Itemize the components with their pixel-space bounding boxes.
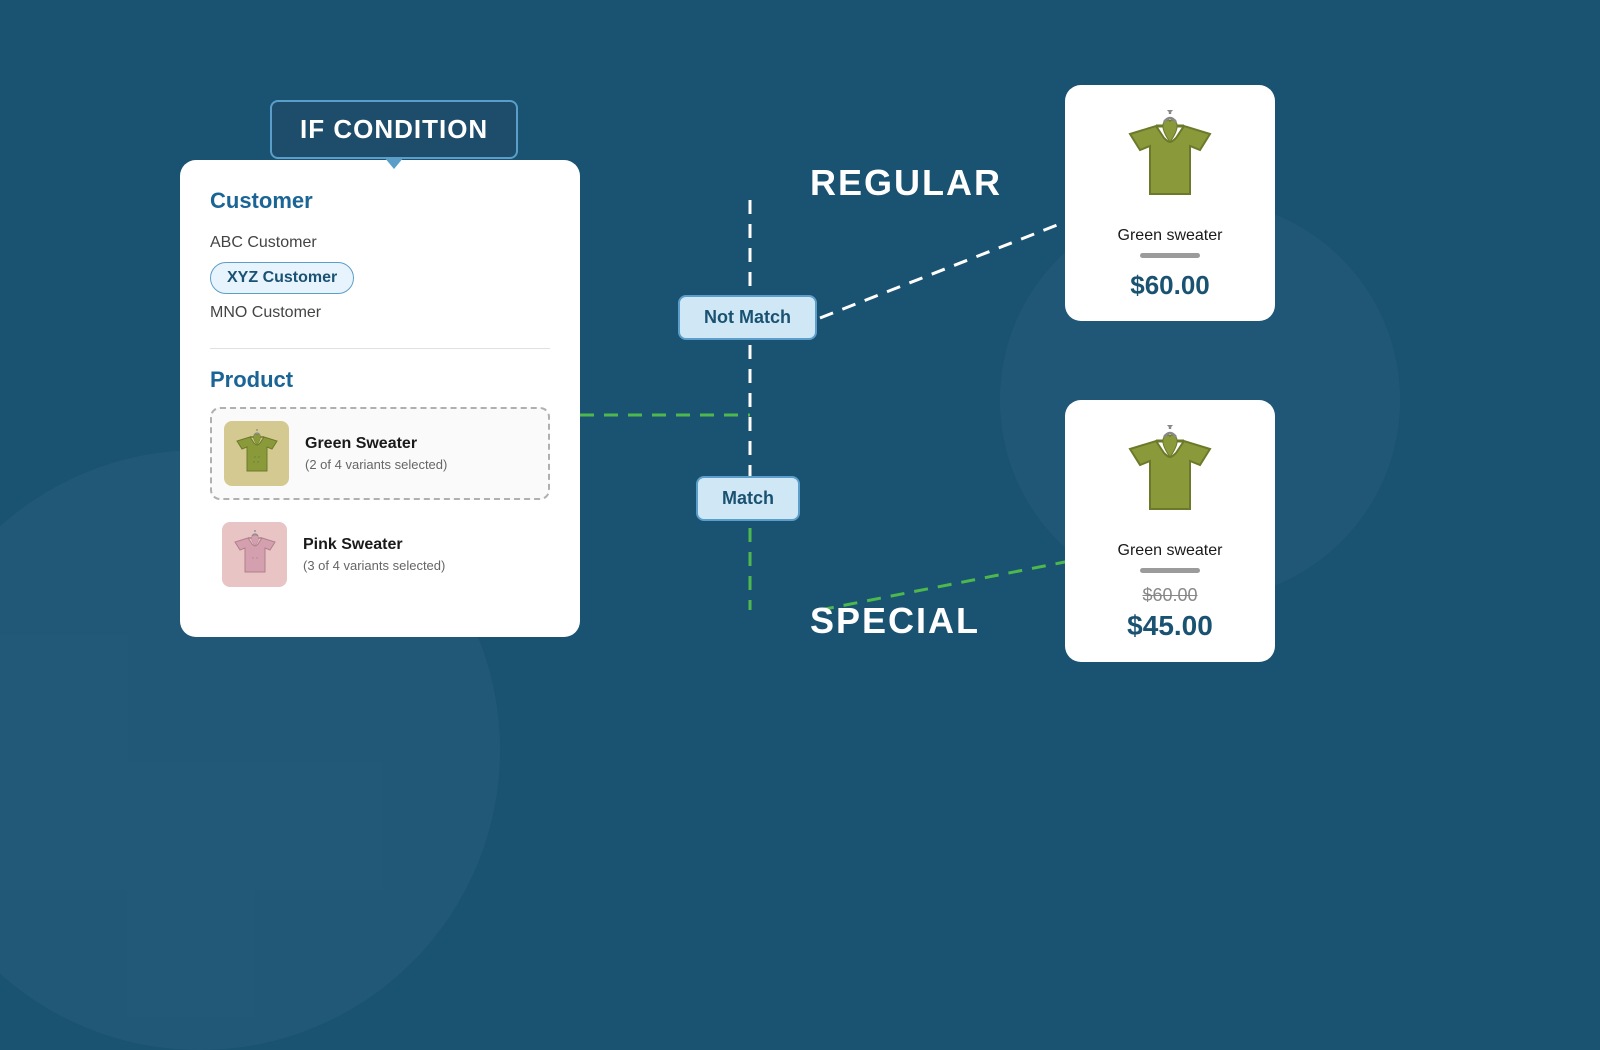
special-price: $45.00 xyxy=(1085,610,1255,642)
special-color-bar xyxy=(1140,568,1200,573)
condition-card: Customer ABC Customer XYZ Customer MNO C… xyxy=(180,160,580,637)
customer-item-xyz[interactable]: XYZ Customer xyxy=(210,262,354,294)
if-condition-badge: IF CONDITION xyxy=(270,100,518,159)
special-product-name: Green sweater xyxy=(1085,542,1255,560)
customer-section-title: Customer xyxy=(210,188,550,214)
match-label: Match xyxy=(722,488,774,508)
regular-color-bar xyxy=(1140,253,1200,258)
customer-item-abc[interactable]: ABC Customer xyxy=(210,228,550,258)
special-sweater-icon xyxy=(1120,425,1220,525)
customer-list: ABC Customer XYZ Customer MNO Customer xyxy=(210,228,550,328)
green-sweater-image xyxy=(224,421,289,486)
green-sweater-name: Green Sweater xyxy=(305,435,447,453)
green-sweater-icon xyxy=(232,429,282,479)
not-match-label: Not Match xyxy=(704,307,791,327)
product-list: Green Sweater (2 of 4 variants selected)… xyxy=(210,407,550,599)
pink-sweater-variants: (3 of 4 variants selected) xyxy=(303,558,445,573)
pink-sweater-name: Pink Sweater xyxy=(303,536,445,554)
product-section-title: Product xyxy=(210,367,550,393)
regular-product-card: Green sweater $60.00 xyxy=(1065,85,1275,321)
if-condition-label: IF CONDITION xyxy=(300,114,488,144)
special-label: SPECIAL xyxy=(810,600,980,642)
not-match-button[interactable]: Not Match xyxy=(678,295,817,340)
regular-product-name: Green sweater xyxy=(1085,227,1255,245)
regular-label: REGULAR xyxy=(810,162,1002,204)
pink-sweater-icon xyxy=(230,530,280,580)
match-button[interactable]: Match xyxy=(696,476,800,521)
regular-sweater-icon xyxy=(1120,110,1220,210)
product-item-pink[interactable]: Pink Sweater (3 of 4 variants selected) xyxy=(210,510,550,599)
regular-product-image xyxy=(1115,105,1225,215)
green-sweater-info: Green Sweater (2 of 4 variants selected) xyxy=(305,435,447,472)
special-original-price: $60.00 xyxy=(1085,585,1255,606)
special-product-image xyxy=(1115,420,1225,530)
special-product-card: Green sweater $60.00 $45.00 xyxy=(1065,400,1275,662)
section-divider xyxy=(210,348,550,349)
pink-sweater-info: Pink Sweater (3 of 4 variants selected) xyxy=(303,536,445,573)
pink-sweater-image xyxy=(222,522,287,587)
product-item-green[interactable]: Green Sweater (2 of 4 variants selected) xyxy=(210,407,550,500)
customer-item-mno[interactable]: MNO Customer xyxy=(210,298,550,328)
green-sweater-variants: (2 of 4 variants selected) xyxy=(305,457,447,472)
regular-price: $60.00 xyxy=(1085,270,1255,301)
